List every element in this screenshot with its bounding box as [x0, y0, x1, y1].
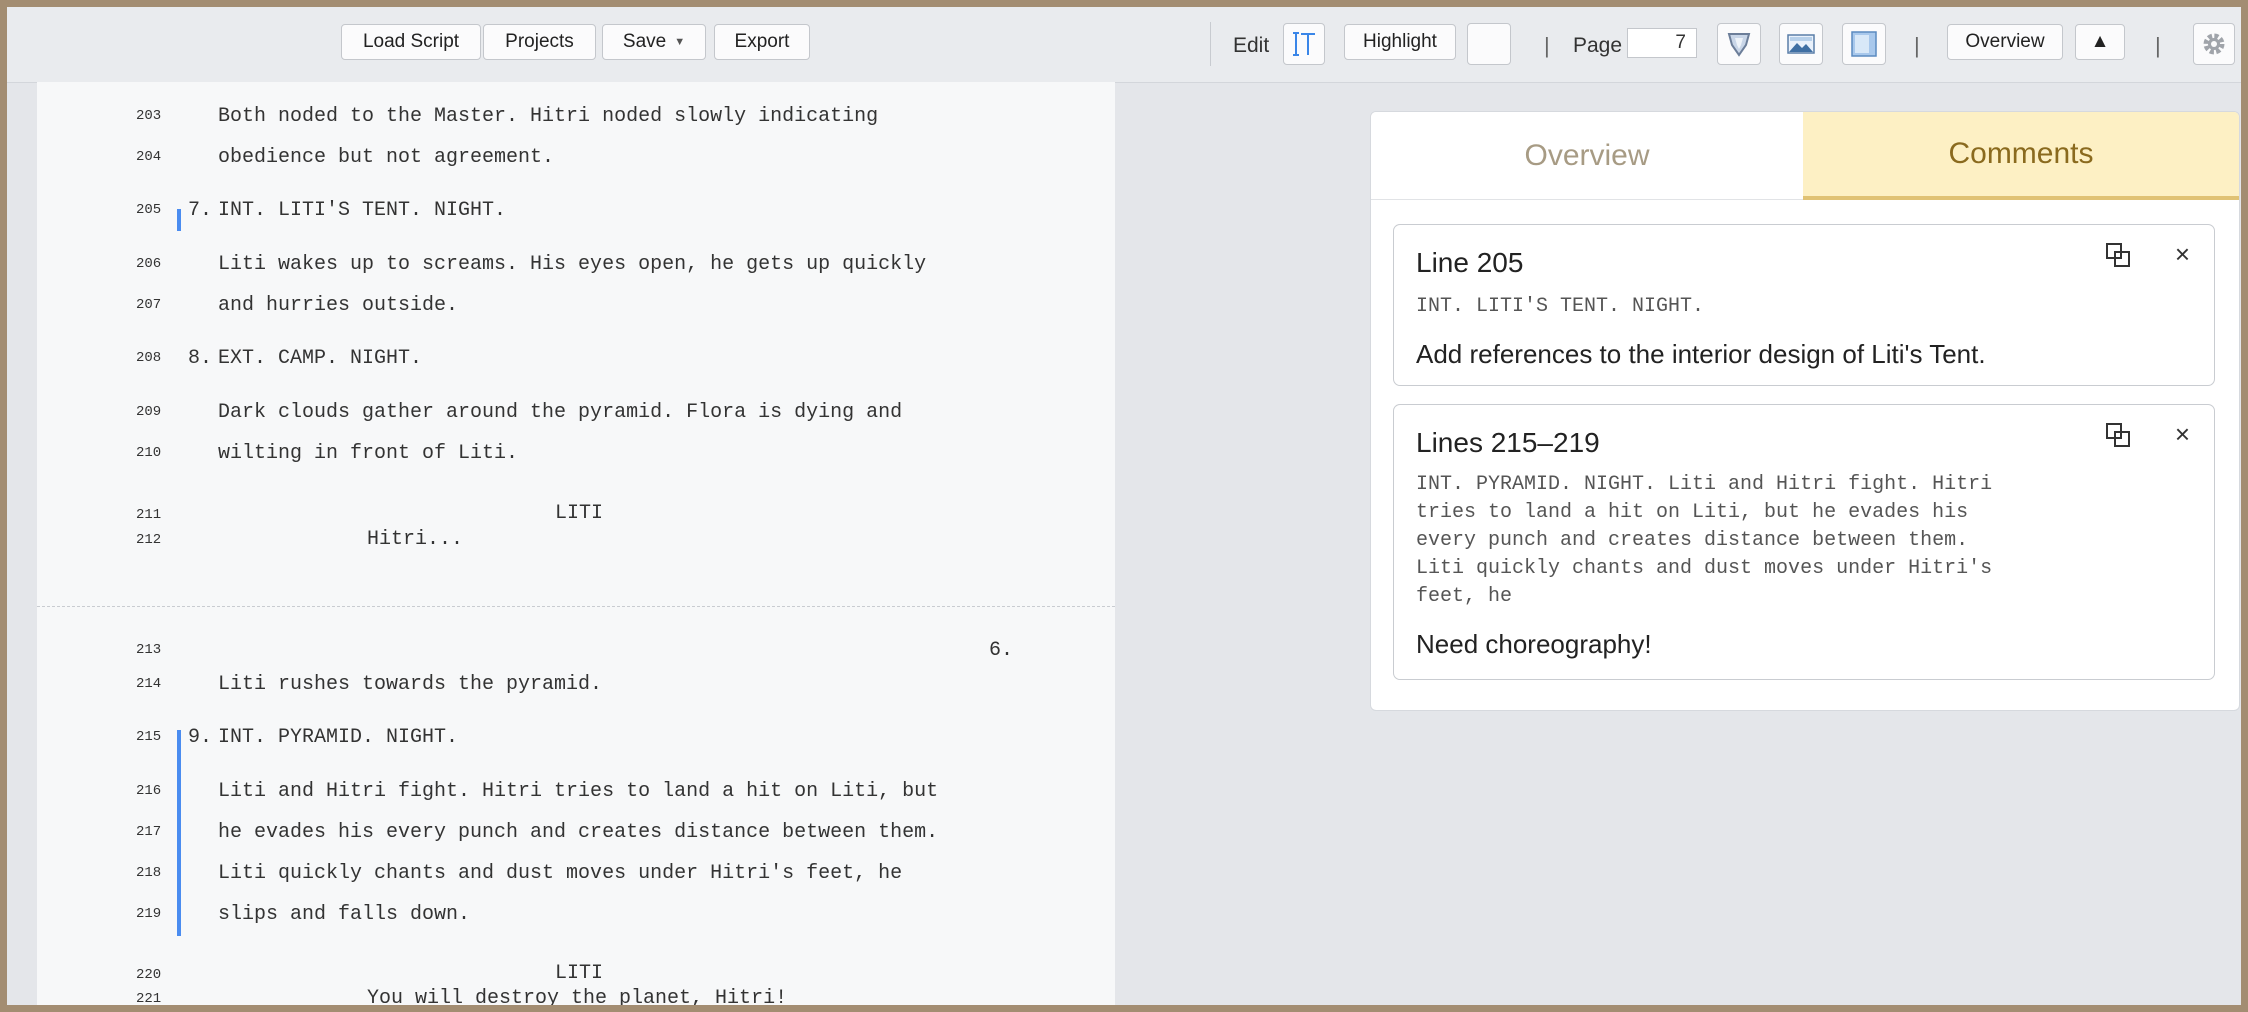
comment-card[interactable]: Line 205 INT. LITI'S TENT. NIGHT. Add re… [1393, 224, 2215, 386]
line-number: 216 [136, 783, 162, 799]
separator: | [1544, 33, 1550, 58]
line-number: 220 [136, 967, 162, 983]
scene-number: 8. [188, 347, 213, 370]
comment-text: Need choreography! [1416, 629, 1652, 659]
comment-quote: INT. LITI'S TENT. NIGHT. [1416, 295, 1705, 318]
action-line: Both noded to the Master. Hitri noded sl… [218, 105, 879, 128]
action-line: Dark clouds gather around the pyramid. F… [218, 401, 903, 424]
line-number: 213 [136, 642, 162, 658]
page-label: Page [1573, 34, 1623, 57]
comments-panel: Overview Comments Line 205 INT. LITI'S T… [1370, 111, 2240, 711]
scene-heading: EXT. CAMP. NIGHT. [218, 347, 423, 370]
image-view-button[interactable] [1779, 23, 1823, 65]
tab-overview[interactable]: Overview [1371, 112, 1803, 200]
comment-card[interactable]: Lines 215–219 INT. PYRAMID. NIGHT. Liti … [1393, 404, 2215, 680]
panel-icon [1851, 31, 1877, 57]
action-line: and hurries outside. [218, 294, 459, 317]
chevron-down-icon: ▼ [674, 36, 686, 48]
character-name: LITI [555, 502, 604, 525]
action-line: Liti wakes up to screams. His eyes open,… [218, 253, 927, 276]
line-number: 210 [136, 445, 162, 461]
scene-number: 7. [188, 199, 213, 222]
line-number: 203 [136, 108, 162, 124]
page-break [37, 606, 1115, 607]
line-number: 209 [136, 404, 162, 420]
action-line: Liti rushes towards the pyramid. [218, 673, 603, 696]
close-icon[interactable]: × [2175, 239, 2190, 270]
scene-heading: INT. LITI'S TENT. NIGHT. [218, 199, 507, 222]
overview-button[interactable]: Overview [1947, 24, 2063, 60]
line-number: 214 [136, 676, 162, 692]
dialogue-line: You will destroy the planet, Hitri! [367, 987, 788, 1010]
page-number: 6. [989, 639, 1014, 662]
separator: | [2155, 33, 2161, 58]
action-line: wilting in front of Liti. [218, 442, 519, 465]
line-number: 207 [136, 297, 162, 313]
comment-text: Add references to the interior design of… [1416, 339, 1986, 369]
line-number: 205 [136, 202, 162, 218]
shield-icon [1727, 33, 1751, 57]
panel-toggle-button[interactable] [1842, 23, 1886, 65]
scene-number: 9. [188, 726, 213, 749]
highlight-button[interactable]: Highlight [1344, 24, 1456, 60]
action-line: Liti and Hitri fight. Hitri tries to lan… [218, 780, 939, 803]
comment-highlight-bar[interactable] [177, 730, 181, 936]
copy-icon[interactable] [2104, 421, 2134, 451]
load-script-button[interactable]: Load Script [341, 24, 481, 60]
comment-title: Line 205 [1416, 247, 1524, 278]
action-line: Liti quickly chants and dust moves under… [218, 862, 903, 885]
script-page: 203 Both noded to the Master. Hitri node… [37, 82, 1115, 1010]
scene-heading: INT. PYRAMID. NIGHT. [218, 726, 459, 749]
line-number: 219 [136, 906, 162, 922]
gear-icon [2203, 33, 2225, 55]
image-icon [1787, 34, 1815, 54]
line-number: 206 [136, 256, 162, 272]
line-number: 208 [136, 350, 162, 366]
line-number: 215 [136, 729, 162, 745]
page-number-input[interactable]: 7 [1627, 28, 1697, 58]
line-number: 204 [136, 149, 162, 165]
comment-quote: INT. PYRAMID. NIGHT. Liti and Hitri figh… [1416, 473, 1993, 608]
app-window: Load Script Projects Save ▼ Export Edit … [0, 0, 2248, 1012]
comment-title: Lines 215–219 [1416, 427, 1600, 458]
separator: | [1914, 33, 1920, 58]
export-button[interactable]: Export [714, 24, 810, 60]
dialogue-line: Hitri... [367, 528, 464, 551]
line-number: 221 [136, 991, 162, 1007]
tab-comments[interactable]: Comments [1803, 112, 2239, 200]
close-icon[interactable]: × [2175, 419, 2190, 450]
action-line: he evades his every punch and creates di… [218, 821, 939, 844]
filter-button[interactable] [1717, 23, 1761, 65]
settings-button[interactable] [2193, 23, 2235, 65]
action-line: slips and falls down. [218, 903, 471, 926]
line-number: 211 [136, 507, 162, 523]
toolbar-divider [1210, 22, 1211, 66]
character-name: LITI [555, 962, 604, 985]
toolbar: Load Script Projects Save ▼ Export Edit … [7, 7, 2241, 83]
text-edit-button[interactable] [1283, 23, 1325, 65]
line-number: 218 [136, 865, 162, 881]
comment-highlight-bar[interactable] [177, 209, 181, 231]
copy-icon[interactable] [2104, 241, 2134, 271]
save-button[interactable]: Save ▼ [602, 24, 706, 60]
line-number: 212 [136, 532, 162, 548]
action-line: obedience but not agreement. [218, 146, 555, 169]
highlight-color-swatch[interactable] [1467, 23, 1511, 65]
edit-label: Edit [1233, 34, 1270, 57]
line-number: 217 [136, 824, 162, 840]
save-label: Save [622, 31, 667, 52]
collapse-up-button[interactable]: ▲ [2075, 24, 2125, 60]
projects-button[interactable]: Projects [483, 24, 596, 60]
text-cursor-icon [1293, 32, 1315, 56]
